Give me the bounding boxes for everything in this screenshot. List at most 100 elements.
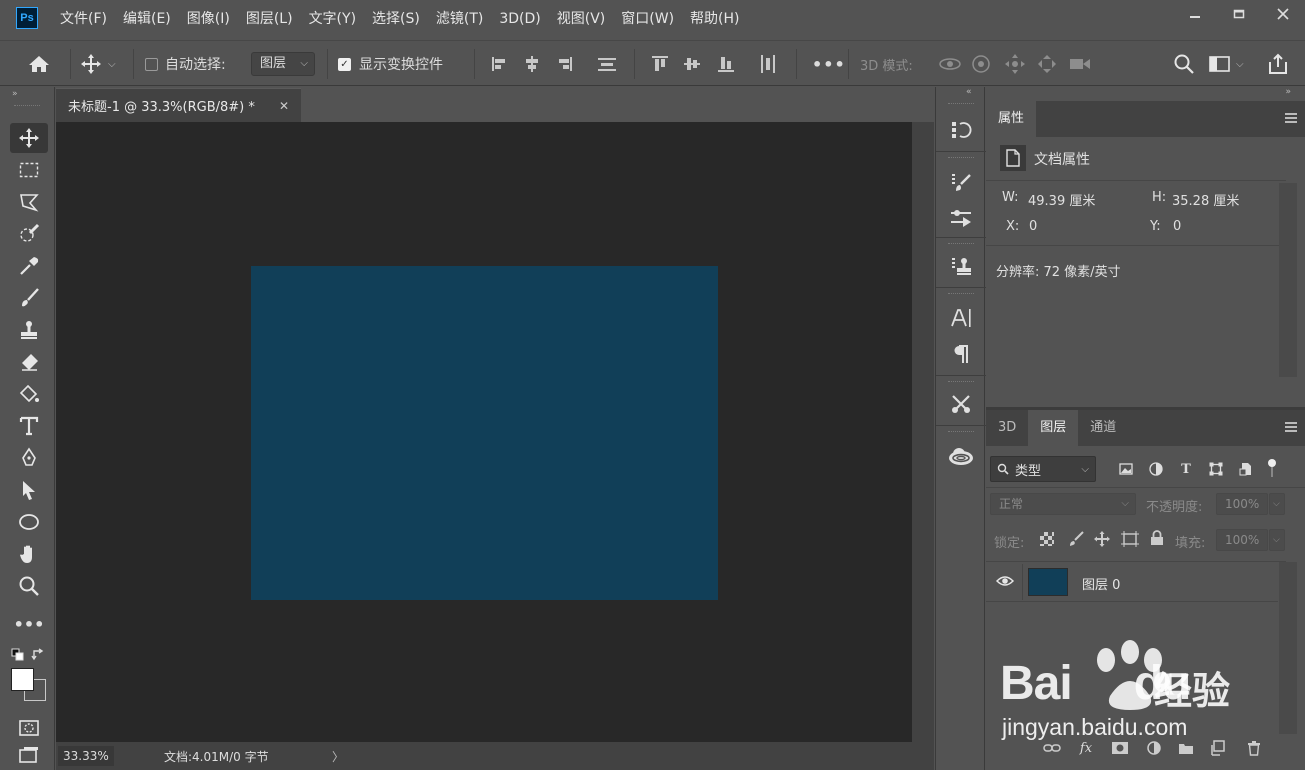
- panel-menu-icon[interactable]: [1285, 422, 1297, 432]
- new-group-button[interactable]: [1176, 738, 1196, 758]
- clone-source-panel-button[interactable]: [945, 251, 977, 281]
- auto-select-checkbox[interactable]: 自动选择:: [145, 41, 226, 87]
- collapse-toolbar-icon[interactable]: »: [12, 89, 18, 99]
- fill-field[interactable]: 100%: [1216, 529, 1268, 551]
- menu-select[interactable]: 选择(S): [364, 0, 428, 38]
- tool-presets-panel-button[interactable]: [945, 389, 977, 419]
- move-tool-preset[interactable]: ⌵: [80, 41, 116, 87]
- auto-select-check[interactable]: [145, 57, 158, 71]
- minimize-button[interactable]: [1173, 0, 1217, 28]
- align-vcenter-button[interactable]: [682, 41, 702, 87]
- lasso-tool[interactable]: [10, 187, 48, 217]
- show-transform-check[interactable]: ✓: [338, 57, 351, 71]
- path-selection-tool[interactable]: [10, 475, 48, 505]
- marquee-tool[interactable]: [10, 155, 48, 185]
- show-transform-checkbox[interactable]: ✓ 显示变换控件: [338, 41, 443, 87]
- vertical-scrollbar[interactable]: [912, 122, 934, 742]
- menu-filter[interactable]: 滤镜(T): [428, 0, 491, 38]
- 3d-slide-button[interactable]: [1036, 41, 1058, 87]
- collapse-panels-icon[interactable]: «: [966, 87, 972, 97]
- menu-type[interactable]: 文字(Y): [301, 0, 364, 38]
- menu-file[interactable]: 文件(F): [52, 0, 115, 38]
- paint-bucket-tool[interactable]: [10, 379, 48, 409]
- close-tab-icon[interactable]: ✕: [279, 99, 289, 113]
- filter-toggle-switch[interactable]: [1268, 459, 1276, 479]
- align-right-button[interactable]: [554, 41, 574, 87]
- layer-name[interactable]: 图层 0: [1082, 574, 1120, 593]
- zoom-tool[interactable]: [10, 571, 48, 601]
- restore-button[interactable]: [1217, 0, 1261, 28]
- filter-adjustment-button[interactable]: [1146, 459, 1166, 479]
- x-value[interactable]: 0: [1029, 219, 1037, 234]
- menu-3d[interactable]: 3D(D): [491, 0, 548, 38]
- 3d-orbit-button[interactable]: [938, 41, 962, 87]
- tab-properties[interactable]: 属性: [986, 101, 1037, 137]
- edit-toolbar-button[interactable]: •••: [10, 609, 48, 639]
- properties-scrollbar[interactable]: [1279, 183, 1297, 377]
- quick-selection-tool[interactable]: [10, 219, 48, 249]
- distribute-horizontal-button[interactable]: [758, 41, 778, 87]
- chevron-right-icon[interactable]: 〉: [332, 748, 344, 765]
- opacity-dropdown[interactable]: ⌵: [1269, 493, 1285, 515]
- adjustments-panel-button[interactable]: [945, 203, 977, 233]
- tab-layers[interactable]: 图层: [1028, 410, 1079, 446]
- layer-visibility-toggle[interactable]: [995, 574, 1015, 592]
- align-hcenter-button[interactable]: [522, 41, 542, 87]
- foreground-color-swatch[interactable]: [11, 668, 34, 691]
- libraries-panel-button[interactable]: [945, 441, 977, 471]
- y-value[interactable]: 0: [1173, 219, 1181, 234]
- eyedropper-tool[interactable]: [10, 251, 48, 281]
- paragraph-panel-button[interactable]: [945, 339, 977, 369]
- new-adjustment-layer-button[interactable]: [1144, 738, 1164, 758]
- menu-view[interactable]: 视图(V): [549, 0, 614, 38]
- zoom-level-field[interactable]: 33.33%: [58, 746, 114, 766]
- swap-colors-button[interactable]: [31, 648, 45, 666]
- lock-artboard-button[interactable]: [1121, 531, 1139, 551]
- move-tool[interactable]: [10, 123, 48, 153]
- distribute-button[interactable]: [596, 41, 618, 87]
- character-panel-button[interactable]: [945, 303, 977, 333]
- 3d-roll-button[interactable]: [970, 41, 992, 87]
- default-colors-button[interactable]: [11, 648, 25, 666]
- add-mask-button[interactable]: [1110, 738, 1130, 758]
- lock-position-button[interactable]: [1094, 531, 1110, 551]
- type-tool[interactable]: [10, 411, 48, 441]
- height-value[interactable]: 35.28 厘米: [1172, 190, 1239, 209]
- menu-help[interactable]: 帮助(H): [682, 0, 747, 38]
- pen-tool[interactable]: [10, 443, 48, 473]
- canvas-area[interactable]: [56, 122, 912, 742]
- document-tab[interactable]: 未标题-1 @ 33.3%(RGB/8#) * ✕: [56, 88, 301, 122]
- filter-pixel-button[interactable]: [1116, 459, 1136, 479]
- align-bottom-button[interactable]: [716, 41, 736, 87]
- layer-filter-select[interactable]: 类型 ⌵: [990, 456, 1096, 482]
- lock-pixels-button[interactable]: [1068, 531, 1084, 551]
- brush-settings-panel-button[interactable]: [945, 167, 977, 197]
- menu-image[interactable]: 图像(I): [179, 0, 238, 38]
- delete-layer-button[interactable]: [1244, 738, 1264, 758]
- layer-row[interactable]: 图层 0: [986, 562, 1278, 602]
- lock-transparent-button[interactable]: [1040, 532, 1054, 550]
- filter-type-button[interactable]: T: [1176, 459, 1196, 479]
- panel-menu-icon[interactable]: [1285, 113, 1297, 123]
- menu-layer[interactable]: 图层(L): [238, 0, 301, 38]
- hand-tool[interactable]: [10, 539, 48, 569]
- new-layer-button[interactable]: [1208, 738, 1228, 758]
- link-layers-button[interactable]: [1042, 738, 1062, 758]
- clone-stamp-tool[interactable]: [10, 315, 48, 345]
- eraser-tool[interactable]: [10, 347, 48, 377]
- layers-scrollbar[interactable]: [1279, 562, 1297, 734]
- menu-edit[interactable]: 编辑(E): [115, 0, 179, 38]
- more-options-button[interactable]: •••: [812, 41, 846, 87]
- align-top-button[interactable]: [650, 41, 670, 87]
- tab-3d[interactable]: 3D: [986, 410, 1028, 446]
- blend-mode-select[interactable]: 正常 ⌵: [990, 493, 1136, 515]
- search-button[interactable]: [1173, 41, 1195, 87]
- add-layer-style-button[interactable]: fx: [1076, 738, 1096, 758]
- quick-mask-button[interactable]: [10, 713, 48, 743]
- align-left-button[interactable]: [490, 41, 510, 87]
- workspace-button[interactable]: ⌵: [1208, 41, 1244, 87]
- share-button[interactable]: [1266, 41, 1290, 87]
- opacity-field[interactable]: 100%: [1216, 493, 1268, 515]
- tab-channels[interactable]: 通道: [1078, 410, 1128, 446]
- layer-thumbnail[interactable]: [1028, 568, 1068, 596]
